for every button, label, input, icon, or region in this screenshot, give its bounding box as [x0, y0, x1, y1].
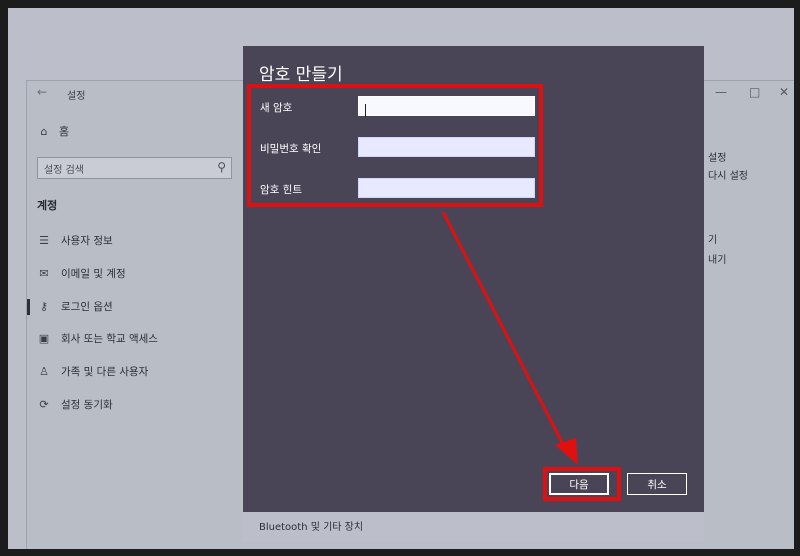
desktop-screen: ← 설정 — □ ✕ ⌂ 홈 설정 검색 ⚲ 계정 ☰ 사용자 정보 ✉ 이메일…: [8, 8, 794, 549]
next-button-highlight-box: [543, 467, 621, 501]
sidebar-item-label: 사용자 정보: [61, 235, 113, 247]
active-indicator: [27, 298, 30, 315]
search-input[interactable]: 설정 검색 ⚲: [37, 157, 232, 179]
right-text-fragment: 설정: [708, 153, 727, 164]
sidebar-item-email-accounts[interactable]: ✉ 이메일 및 계정: [37, 266, 126, 281]
arrow-head: [555, 438, 578, 465]
sidebar-item-label: 회사 또는 학교 액세스: [61, 333, 158, 345]
create-password-dialog: 암호 만들기 새 암호 비밀번호 확인 암호 힌트 다음 취소 Bluetoot…: [243, 46, 704, 542]
sidebar-item-user-info[interactable]: ☰ 사용자 정보: [37, 233, 113, 248]
sync-icon: ⟳: [39, 398, 49, 411]
sidebar-item-work-school[interactable]: ▣ 회사 또는 학교 액세스: [37, 331, 158, 346]
sidebar-item-label: 가족 및 다른 사용자: [61, 366, 149, 378]
back-arrow-icon[interactable]: ←: [37, 85, 47, 99]
sidebar-item-sync[interactable]: ⟳ 설정 동기화: [37, 397, 113, 412]
home-label: 홈: [59, 125, 70, 138]
close-icon[interactable]: ✕: [779, 85, 789, 99]
right-text-fragment: 기: [708, 235, 718, 246]
maximize-icon[interactable]: □: [749, 85, 760, 99]
search-placeholder: 설정 검색: [44, 165, 84, 176]
right-text-fragment[interactable]: 다시 설정: [708, 167, 748, 182]
sidebar-item-label: 설정 동기화: [61, 399, 113, 411]
search-icon: ⚲: [217, 160, 226, 174]
home-icon: ⌂: [40, 124, 48, 138]
right-text-fragment[interactable]: 내기: [708, 251, 726, 266]
section-title: 계정: [37, 199, 58, 212]
mail-icon: ✉: [39, 267, 49, 280]
sidebar-item-family[interactable]: ♙ 가족 및 다른 사용자: [37, 364, 148, 379]
sidebar-item-home[interactable]: ⌂ 홈: [37, 123, 70, 139]
bluetooth-devices-link[interactable]: Bluetooth 및 기타 장치: [259, 518, 363, 533]
person-add-icon: ♙: [39, 365, 49, 378]
sidebar-item-label: 이메일 및 계정: [61, 268, 126, 280]
sidebar-item-label: 로그인 옵션: [61, 301, 113, 313]
person-card-icon: ☰: [39, 234, 49, 247]
sidebar-item-signin-options[interactable]: ⚷ 로그인 옵션: [27, 298, 113, 315]
cancel-button[interactable]: 취소: [627, 473, 687, 495]
window-title: 설정: [67, 91, 86, 102]
minimize-icon[interactable]: —: [715, 85, 727, 99]
arrow-shaft: [441, 211, 567, 449]
annotation-arrow: [441, 211, 578, 465]
key-icon: ⚷: [39, 300, 49, 313]
briefcase-icon: ▣: [38, 332, 50, 345]
